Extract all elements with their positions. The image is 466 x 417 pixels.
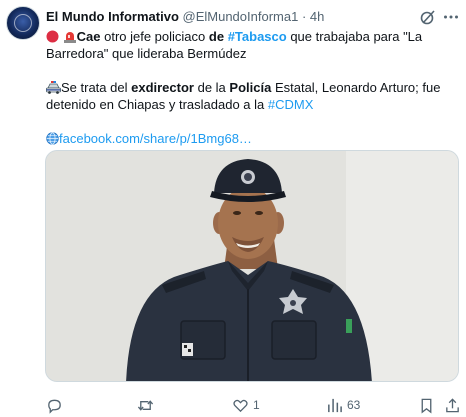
officer-photo [46,151,458,381]
tweet-text: Cae otro jefe policiaco de #Tabasco que … [46,28,458,147]
link-text[interactable]: facebook.com/share/p/1Bmg68… [59,131,252,146]
reply-icon [48,399,61,414]
views-icon [328,398,342,412]
more-icon[interactable] [442,8,460,26]
timestamp[interactable]: 4h [310,9,324,24]
tweet-line-1: Cae otro jefe policiaco de #Tabasco que … [46,28,458,45]
police-car-icon [46,81,61,94]
hashtag-tabasco[interactable]: #Tabasco [228,29,287,44]
bookmark-icon [421,398,432,413]
author-name[interactable]: El Mundo Informativo [46,9,179,24]
tweet-header: El Mundo Informativo @ElMundoInforma1 · … [46,8,324,25]
action-bar: 1 63 [0,395,466,415]
retweet-button[interactable] [137,395,158,415]
author-handle[interactable]: @ElMundoInforma1 [183,9,299,24]
tweet-line-3: Se trata del exdirector de la Policía Es… [46,79,458,96]
red-circle-icon [46,30,59,43]
like-button[interactable]: 1 [232,395,260,415]
siren-icon [63,32,76,43]
tweet-link[interactable]: facebook.com/share/p/1Bmg68… [46,130,458,147]
tweet-line-2: Barredora" que lideraba Bermúdez [46,46,247,61]
retweet-icon [137,399,154,411]
share-icon [446,397,459,412]
avatar[interactable] [6,6,40,40]
separator: · [301,9,307,24]
hashtag-cdmx[interactable]: #CDMX [268,97,314,112]
share-button[interactable] [444,395,461,415]
reply-button[interactable] [46,395,67,415]
video-media[interactable] [45,150,459,382]
tweet-line-4: detenido en Chiapas y trasladado a la #C… [46,97,314,112]
bookmark-button[interactable] [418,395,435,415]
views-button[interactable]: 63 [326,395,360,415]
like-icon [233,399,248,412]
globe-icon [46,132,59,145]
grok-icon[interactable] [419,8,437,26]
